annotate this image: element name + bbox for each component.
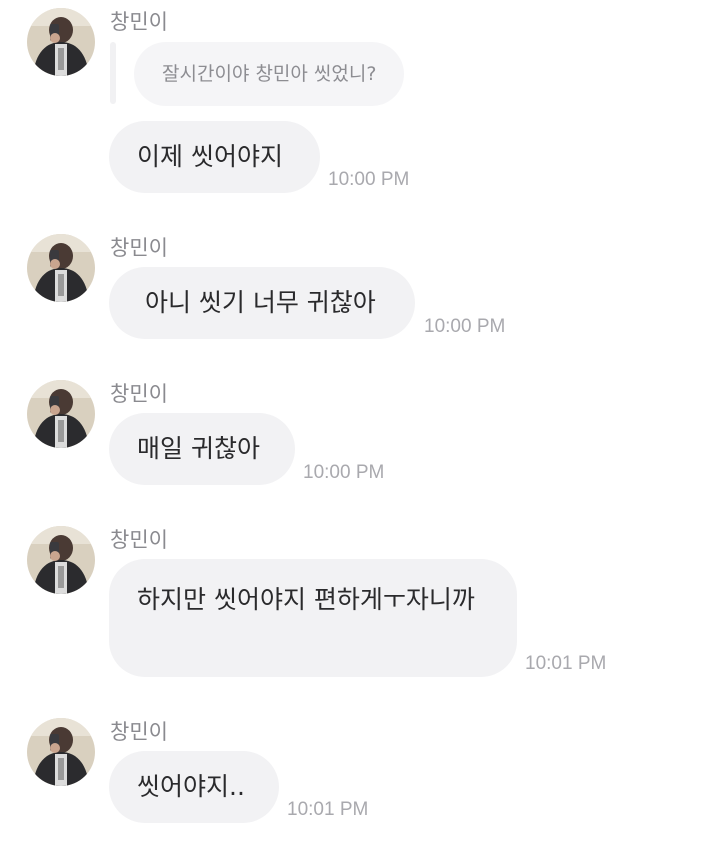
message-bubble[interactable]: 매일 귀찮아 (109, 413, 295, 485)
message-bubble[interactable]: 아니 씻기 너무 귀찮아 (109, 267, 415, 339)
avatar-image (27, 234, 95, 302)
message-group: 창민이 하지만 씻어야지 편하게ㅜ자니까 10:01 PM (0, 517, 720, 687)
message-time: 10:01 PM (287, 799, 369, 820)
message-group: 창민이 매일 귀찮아 10:00 PM (0, 371, 720, 491)
reply-quote[interactable]: 잘시간이야 창민아 씻었니? (134, 42, 405, 106)
message-time: 10:00 PM (328, 169, 410, 190)
avatar[interactable] (27, 380, 95, 448)
message-group: 창민이 아니 씻기 너무 귀찮아 10:00 PM (0, 225, 720, 345)
message-group: 창민이 잘시간이야 창민아 씻었니? 이제 씻어야지 10:00 PM (0, 0, 720, 200)
avatar-image (27, 8, 95, 76)
message-bubble[interactable]: 이제 씻어야지 (109, 121, 320, 193)
avatar[interactable] (27, 234, 95, 302)
avatar[interactable] (27, 718, 95, 786)
message-group: 창민이 씻어야지.. 10:01 PM (0, 709, 720, 829)
sender-name: 창민이 (110, 236, 168, 260)
sender-name: 창민이 (110, 720, 168, 744)
message-bubble[interactable]: 씻어야지.. (109, 751, 279, 823)
sender-name: 창민이 (110, 382, 168, 406)
sender-name: 창민이 (110, 10, 168, 34)
avatar-image (27, 380, 95, 448)
message-time: 10:00 PM (424, 316, 506, 337)
sender-name: 창민이 (110, 528, 168, 552)
avatar-image (27, 718, 95, 786)
chat-thread: 창민이 잘시간이야 창민아 씻었니? 이제 씻어야지 10:00 PM 창민이 … (0, 0, 720, 847)
avatar[interactable] (27, 526, 95, 594)
avatar-image (27, 526, 95, 594)
avatar[interactable] (27, 8, 95, 76)
message-time: 10:01 PM (525, 653, 607, 674)
reply-quote-bar (110, 42, 116, 104)
message-bubble[interactable]: 하지만 씻어야지 편하게ㅜ자니까 (109, 559, 517, 677)
message-time: 10:00 PM (303, 462, 385, 483)
